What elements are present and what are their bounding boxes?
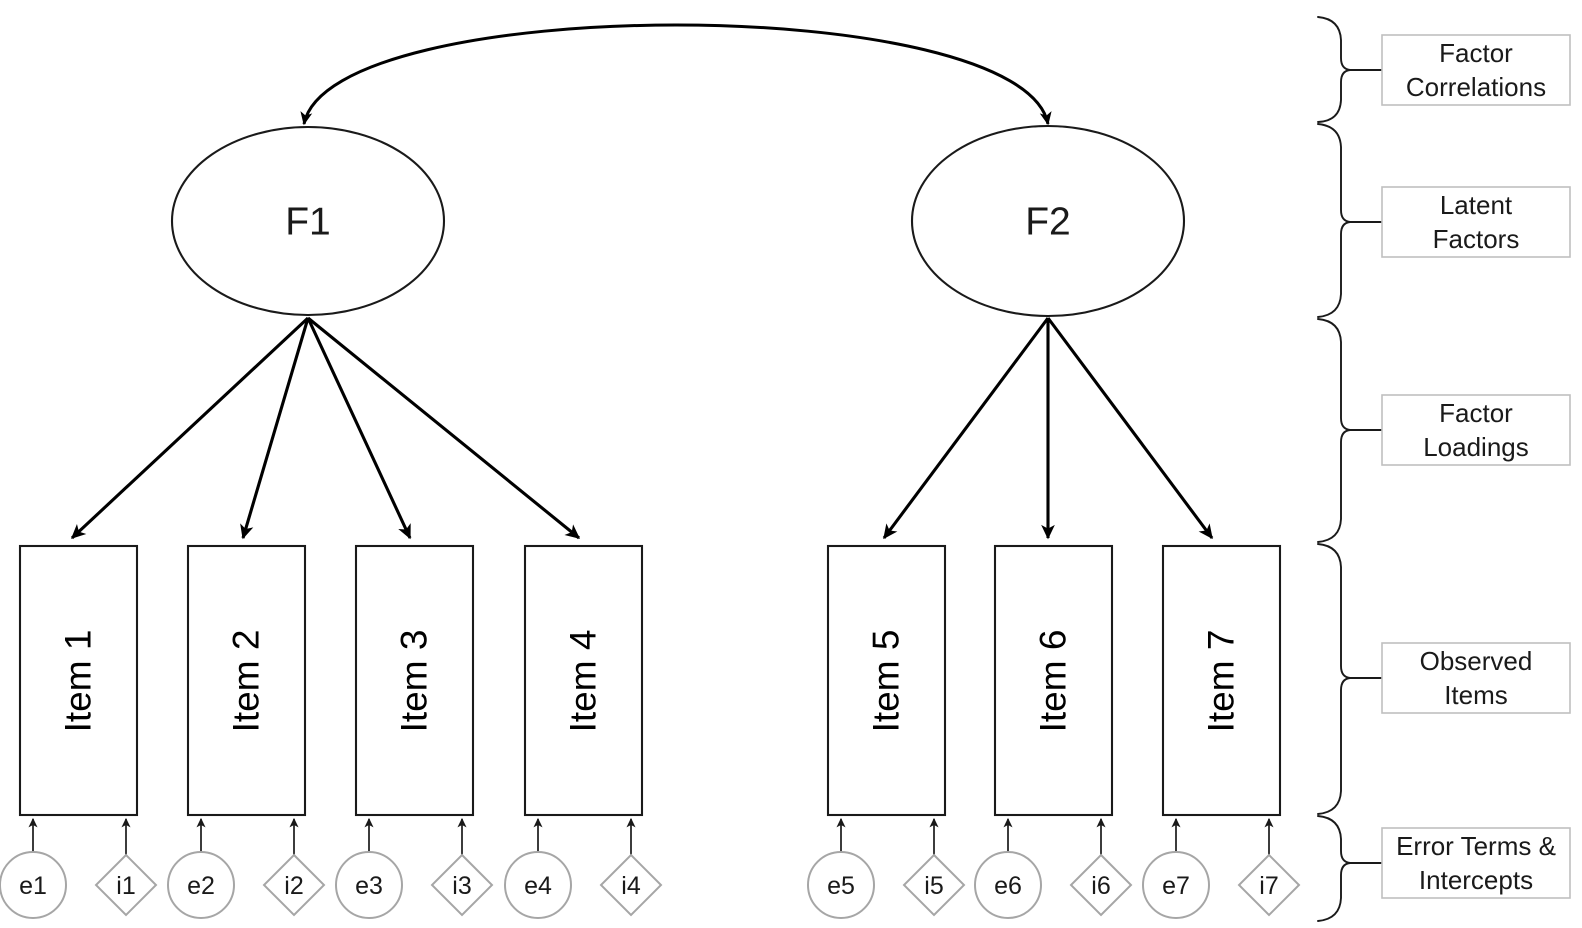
- intercept-label: i5: [924, 872, 943, 900]
- item-label: Item 6: [1033, 630, 1074, 733]
- latent-factor-f2[interactable]: F2: [910, 124, 1186, 318]
- error-term-e2[interactable]: e2: [167, 851, 235, 919]
- loading-f1-item1: [70, 316, 310, 540]
- legend-box-observed-items: Observed Items: [1381, 642, 1571, 714]
- intercept-label: i3: [452, 872, 471, 900]
- legend-label-line1: Observed: [1420, 646, 1533, 676]
- residual-arrows: [28, 817, 1274, 855]
- legend-label-line1: Latent: [1440, 190, 1513, 220]
- intercept-label: i1: [116, 872, 135, 900]
- factor-label: F2: [1025, 201, 1071, 244]
- factor-loadings-f1: [70, 316, 581, 540]
- intercept-i1[interactable]: i1: [94, 853, 158, 917]
- item-label: Item 3: [394, 630, 435, 733]
- legend-section-latent-factors: Latent Factors: [1317, 123, 1571, 318]
- item-label: Item 4: [563, 630, 604, 733]
- intercept-label: i7: [1259, 872, 1278, 900]
- brace-icon: [1317, 123, 1351, 318]
- error-term-e1[interactable]: e1: [0, 851, 67, 919]
- item-label: Item 2: [226, 630, 267, 733]
- intercept-label: i6: [1091, 872, 1110, 900]
- item-label: Item 1: [58, 630, 99, 733]
- intercept-i7[interactable]: i7: [1237, 853, 1301, 917]
- error-term-e6[interactable]: e6: [974, 851, 1042, 919]
- error-label: e1: [19, 872, 47, 900]
- legend-section-observed-items: Observed Items: [1317, 543, 1571, 815]
- legend-label-line2: Intercepts: [1419, 865, 1533, 895]
- legend-label-line2: Loadings: [1423, 432, 1529, 462]
- observed-item-6[interactable]: Item 6: [993, 544, 1114, 817]
- legend-label-line1: Error Terms &: [1396, 831, 1556, 861]
- observed-item-5[interactable]: Item 5: [826, 544, 947, 817]
- legend-box-factor-correlations: Factor Correlations: [1381, 34, 1571, 106]
- factor-loadings-f2: [882, 317, 1214, 540]
- correlation-path: [300, 23, 1052, 126]
- sem-path-diagram: F1 F2 Item 1 Item 2 Item 3 Item 4 Item 5: [0, 16, 1571, 922]
- observed-item-1[interactable]: Item 1: [18, 544, 139, 817]
- error-label: e4: [524, 872, 552, 900]
- legend-section-factor-loadings: Factor Loadings: [1317, 318, 1571, 543]
- loading-f1-item2: [240, 317, 310, 540]
- legend-section-factor-correlations: Factor Correlations: [1317, 16, 1571, 123]
- brace-icon: [1317, 815, 1351, 922]
- error-label: e2: [187, 872, 215, 900]
- loading-f2-item7: [1046, 317, 1214, 540]
- loading-f1-item4: [307, 316, 581, 540]
- brace-icon: [1317, 318, 1351, 543]
- intercept-i3[interactable]: i3: [430, 853, 494, 917]
- observed-item-7[interactable]: Item 7: [1161, 544, 1282, 817]
- error-term-e3[interactable]: e3: [335, 851, 403, 919]
- intercept-i4[interactable]: i4: [599, 853, 663, 917]
- item-label: Item 5: [866, 630, 907, 733]
- intercept-label: i4: [621, 872, 641, 900]
- legend-label-line1: Factor: [1439, 38, 1513, 68]
- error-term-e5[interactable]: e5: [807, 851, 875, 919]
- factor-label: F1: [285, 201, 331, 244]
- legend-label-line1: Factor: [1439, 398, 1513, 428]
- loading-f1-item3: [306, 317, 412, 540]
- brace-icon: [1317, 543, 1351, 815]
- brace-icon: [1317, 16, 1351, 123]
- error-label: e5: [827, 872, 855, 900]
- intercept-i2[interactable]: i2: [262, 853, 326, 917]
- intercept-i6[interactable]: i6: [1069, 853, 1133, 917]
- error-label: e3: [355, 872, 383, 900]
- observed-item-4[interactable]: Item 4: [523, 544, 644, 817]
- legend-box-latent-factors: Latent Factors: [1381, 186, 1571, 258]
- intercept-label: i2: [284, 872, 303, 900]
- observed-item-2[interactable]: Item 2: [186, 544, 307, 817]
- latent-factor-f1[interactable]: F1: [170, 125, 446, 317]
- intercept-i5[interactable]: i5: [902, 853, 966, 917]
- item-label: Item 7: [1201, 630, 1242, 733]
- legend-box-factor-loadings: Factor Loadings: [1381, 394, 1571, 466]
- error-label: e7: [1162, 872, 1190, 900]
- diagram-canvas: F1 F2 Item 1 Item 2 Item 3 Item 4 Item 5: [0, 0, 1582, 928]
- factor-correlation-arrow: [300, 23, 1052, 126]
- legend-label-line2: Factors: [1433, 224, 1520, 254]
- legend-box-error-terms-intercepts: Error Terms & Intercepts: [1381, 827, 1571, 899]
- error-term-e4[interactable]: e4: [504, 851, 572, 919]
- legend-label-line2: Correlations: [1406, 72, 1546, 102]
- observed-item-3[interactable]: Item 3: [354, 544, 475, 817]
- error-label: e6: [994, 872, 1022, 900]
- legend-section-error-terms-intercepts: Error Terms & Intercepts: [1317, 815, 1571, 922]
- error-term-e7[interactable]: e7: [1142, 851, 1210, 919]
- legend-label-line2: Items: [1444, 680, 1508, 710]
- loading-f2-item5: [882, 317, 1050, 540]
